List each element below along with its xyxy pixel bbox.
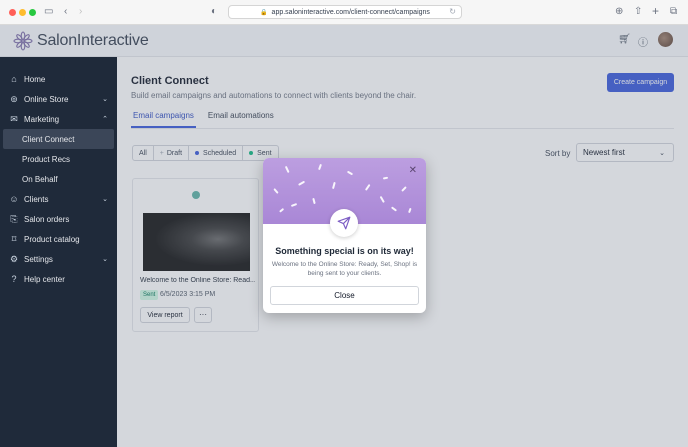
- sidebar-item-product-recs[interactable]: Product Recs: [0, 149, 117, 169]
- tab-overview-icon[interactable]: ⧉: [670, 6, 677, 18]
- privacy-shield-icon[interactable]: ◐: [211, 6, 217, 18]
- download-icon[interactable]: ⊕: [615, 6, 623, 18]
- window-minimize-button[interactable]: [19, 9, 26, 16]
- address-bar[interactable]: 🔒 app.saloninteractive.com/client-connec…: [228, 5, 462, 19]
- sidebar-item-label: Help center: [24, 274, 65, 284]
- url-text: app.saloninteractive.com/client-connect/…: [271, 8, 430, 16]
- chevron-down-icon: ⌄: [102, 96, 108, 103]
- campaign-sent-modal: ✕ Something special is on its way! Welco…: [263, 158, 426, 313]
- sidebar-item-help-center[interactable]: ? Help center: [0, 269, 117, 289]
- marketing-icon: ✉: [10, 113, 18, 124]
- modal-title: Something special is on its way!: [275, 246, 414, 256]
- reload-icon[interactable]: ↻: [449, 7, 456, 16]
- sidebar-item-on-behalf[interactable]: On Behalf: [0, 169, 117, 189]
- sidebar-item-label: Home: [24, 74, 46, 84]
- sidebar-toggle-icon[interactable]: ▭: [44, 6, 53, 18]
- help-icon: ?: [11, 274, 17, 284]
- chevron-up-icon: ⌃: [102, 116, 108, 123]
- modal-body: Welcome to the Online Store: Ready, Set,…: [271, 261, 418, 277]
- modal-backdrop-header[interactable]: [0, 25, 117, 57]
- home-icon: ⌂: [11, 74, 17, 84]
- catalog-icon: ⌑: [11, 233, 17, 244]
- sidebar-item-clients[interactable]: ☺ Clients ⌄: [0, 189, 117, 209]
- sidebar-item-settings[interactable]: ⚙ Settings ⌄: [0, 249, 117, 269]
- chevron-down-icon: ⌄: [102, 196, 108, 203]
- back-icon[interactable]: ‹: [64, 6, 67, 18]
- paper-plane-icon: [330, 209, 358, 237]
- modal-close-button[interactable]: Close: [270, 286, 419, 305]
- sidebar-item-online-store[interactable]: ⊚ Online Store ⌄: [0, 89, 117, 109]
- chevron-down-icon: ⌄: [102, 256, 108, 263]
- sidebar-item-label: Settings: [24, 254, 53, 264]
- sidebar-item-label: On Behalf: [22, 174, 58, 184]
- sidebar-item-label: Product catalog: [24, 234, 80, 244]
- sidebar-item-label: Salon orders: [24, 214, 70, 224]
- settings-icon: ⚙: [9, 253, 19, 264]
- sidebar-item-label: Client Connect: [22, 134, 75, 144]
- modal-close-icon[interactable]: ✕: [409, 165, 417, 176]
- orders-icon: ⎘: [10, 213, 18, 224]
- sidebar-item-label: Online Store: [24, 94, 69, 104]
- lock-icon: 🔒: [260, 9, 268, 16]
- browser-toolbar: ▭ ‹ › ◐ 🔒 app.saloninteractive.com/clien…: [0, 0, 688, 25]
- forward-icon[interactable]: ›: [79, 6, 82, 18]
- sidebar-item-label: Clients: [24, 194, 49, 204]
- window-close-button[interactable]: [9, 9, 16, 16]
- sidebar-item-home[interactable]: ⌂ Home: [0, 69, 117, 89]
- window-zoom-button[interactable]: [29, 9, 36, 16]
- clients-icon: ☺: [9, 194, 19, 204]
- share-icon[interactable]: ⇧: [634, 6, 642, 18]
- sidebar-item-salon-orders[interactable]: ⎘ Salon orders: [0, 209, 117, 229]
- store-icon: ⊚: [10, 93, 18, 104]
- sidebar-item-marketing[interactable]: ✉ Marketing ⌃: [0, 109, 117, 129]
- new-tab-icon[interactable]: +: [652, 5, 659, 17]
- sidebar: ⌂ Home ⊚ Online Store ⌄ ✉ Marketing ⌃ Cl…: [0, 57, 117, 447]
- sidebar-item-label: Product Recs: [22, 154, 71, 164]
- sidebar-item-product-catalog[interactable]: ⌑ Product catalog: [0, 229, 117, 249]
- sidebar-item-label: Marketing: [24, 114, 60, 124]
- sidebar-item-client-connect[interactable]: Client Connect: [3, 129, 114, 149]
